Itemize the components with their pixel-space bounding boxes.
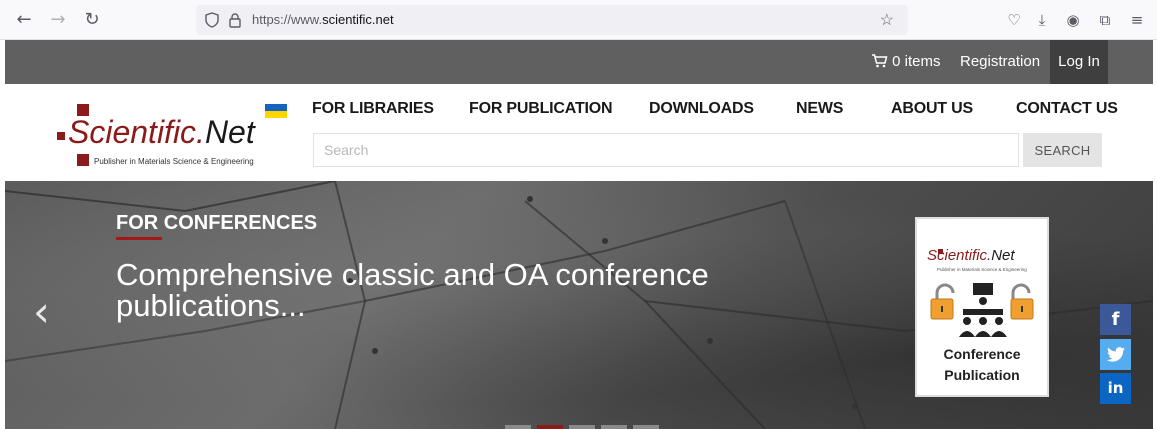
open-access-illustration-icon: [930, 283, 1034, 337]
bookmark-star-icon[interactable]: ☆: [880, 10, 894, 30]
facebook-icon[interactable]: f: [1100, 304, 1131, 335]
menu-icon[interactable]: ≡: [1125, 8, 1149, 32]
hero-kicker[interactable]: FOR CONFERENCES: [116, 212, 317, 235]
account-icon[interactable]: ◉: [1061, 8, 1085, 32]
nav-contact-us[interactable]: CONTACT US: [1016, 100, 1118, 118]
forward-icon[interactable]: →: [46, 8, 70, 32]
card-logo: Scientific.Net: [927, 247, 1015, 264]
carousel-prev-icon[interactable]: ‹: [33, 287, 50, 336]
extensions-icon[interactable]: ⧉: [1093, 8, 1117, 32]
carousel-dot[interactable]: [505, 425, 531, 429]
login-link[interactable]: Log In: [1050, 40, 1108, 84]
site-header: Scientific.Net Publisher in Materials Sc…: [5, 84, 1153, 181]
pocket-icon[interactable]: ♡: [1002, 8, 1026, 32]
nav-for-publication[interactable]: FOR PUBLICATION: [469, 100, 613, 118]
site-logo[interactable]: Scientific.Net Publisher in Materials Sc…: [55, 102, 295, 172]
nav-for-libraries[interactable]: FOR LIBRARIES: [312, 100, 434, 118]
linkedin-icon[interactable]: in: [1100, 373, 1131, 404]
ukraine-flag-icon: [265, 104, 287, 118]
search-button[interactable]: SEARCH: [1023, 133, 1102, 167]
cart-icon: [872, 54, 888, 68]
cart-link[interactable]: 0 items: [871, 53, 941, 70]
card-logo-subtitle: Publisher in Materials Science & Enginee…: [937, 267, 1027, 272]
site-topbar: 0 items Registration Log In: [5, 40, 1153, 84]
carousel-dot[interactable]: [601, 425, 627, 429]
download-icon[interactable]: ⤓: [1030, 8, 1054, 32]
twitter-icon[interactable]: [1100, 339, 1131, 370]
logo-subtitle: Publisher in Materials Science & Enginee…: [94, 157, 254, 166]
nav-about-us[interactable]: ABOUT US: [891, 100, 973, 118]
browser-toolbar: ← → ↻ https://www.scientific.net ☆ ♡ ⤓ ◉…: [0, 0, 1157, 40]
registration-link[interactable]: Registration: [960, 53, 1040, 70]
cart-count: 0 items: [892, 53, 941, 70]
tracking-protection-icon[interactable]: [204, 12, 220, 28]
logo-wordmark: Scientific.Net: [68, 114, 255, 150]
carousel-dot[interactable]: [569, 425, 595, 429]
hero-carousel: FOR CONFERENCES Comprehensive classic an…: [5, 181, 1153, 429]
hero-kicker-underline: [116, 237, 162, 240]
logo-square: [77, 154, 89, 166]
hero-title[interactable]: Comprehensive classic and OA conference …: [116, 259, 796, 321]
nav-downloads[interactable]: DOWNLOADS: [649, 100, 754, 118]
url-text: https://www.scientific.net: [252, 12, 394, 27]
search-input[interactable]: [313, 133, 1019, 167]
back-icon[interactable]: ←: [12, 8, 36, 32]
carousel-dot-active[interactable]: [537, 425, 563, 429]
carousel-dot[interactable]: [633, 425, 659, 429]
conference-publication-card[interactable]: Scientific.Net Publisher in Materials Sc…: [915, 217, 1049, 397]
address-bar[interactable]: https://www.scientific.net ☆: [196, 5, 908, 35]
lock-icon[interactable]: [227, 12, 243, 28]
reload-icon[interactable]: ↻: [80, 8, 104, 32]
logo-square: [57, 132, 65, 140]
nav-news[interactable]: NEWS: [796, 100, 843, 118]
card-caption: Conference Publication: [943, 346, 1021, 383]
